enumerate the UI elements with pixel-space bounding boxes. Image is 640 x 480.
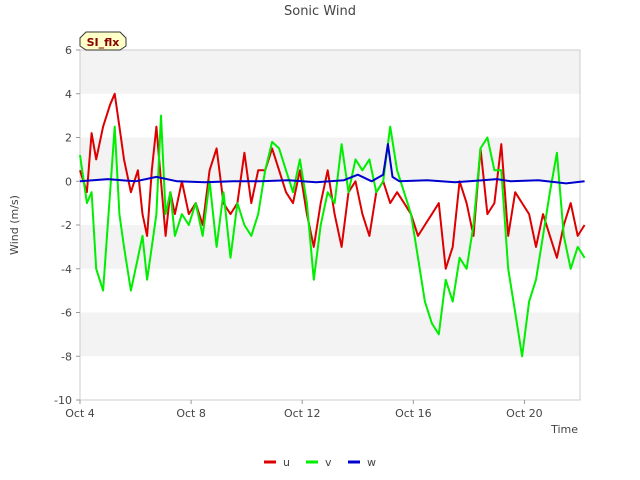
y-tick-label: -2: [61, 219, 72, 232]
x-axis-label: Time: [550, 423, 578, 436]
plot-band: [80, 268, 580, 313]
y-tick-label: -8: [61, 350, 72, 363]
x-tick-label: Oct 4: [65, 407, 95, 420]
plot-band: [80, 50, 580, 94]
legend-label-v: v: [325, 456, 332, 469]
plot-band: [80, 356, 580, 400]
badge-text: SI_flx: [87, 36, 120, 49]
x-axis-ticks: Oct 4 Oct 8 Oct 12 Oct 16 Oct 20: [65, 400, 543, 420]
x-tick-label: Oct 20: [506, 407, 543, 420]
y-tick-label: -4: [61, 263, 72, 276]
y-tick-label: 2: [65, 132, 72, 145]
legend-label-w: w: [367, 456, 376, 469]
chart-title: Sonic Wind: [284, 4, 356, 19]
y-tick-label: -6: [61, 307, 72, 320]
y-axis-label: Wind (m/s): [8, 195, 21, 255]
x-tick-label: Oct 8: [176, 407, 206, 420]
legend-label-u: u: [283, 456, 290, 469]
y-axis-ticks: -10 -8 -6 -4 -2 0 2 4 6: [54, 44, 80, 407]
y-tick-label: 6: [65, 44, 72, 57]
y-tick-label: -10: [54, 394, 72, 407]
station-badge: SI_flx: [79, 31, 127, 51]
x-tick-label: Oct 16: [395, 407, 432, 420]
y-tick-label: 0: [65, 175, 72, 188]
y-tick-label: 4: [65, 88, 72, 101]
plot-band: [80, 312, 580, 357]
sonic-wind-chart: Sonic Wind -10-8-6-4-20246 Oct 4 Oct 8 Oct…: [8, 4, 586, 469]
x-tick-label: Oct 12: [284, 407, 321, 420]
legend: u v w: [264, 456, 376, 469]
